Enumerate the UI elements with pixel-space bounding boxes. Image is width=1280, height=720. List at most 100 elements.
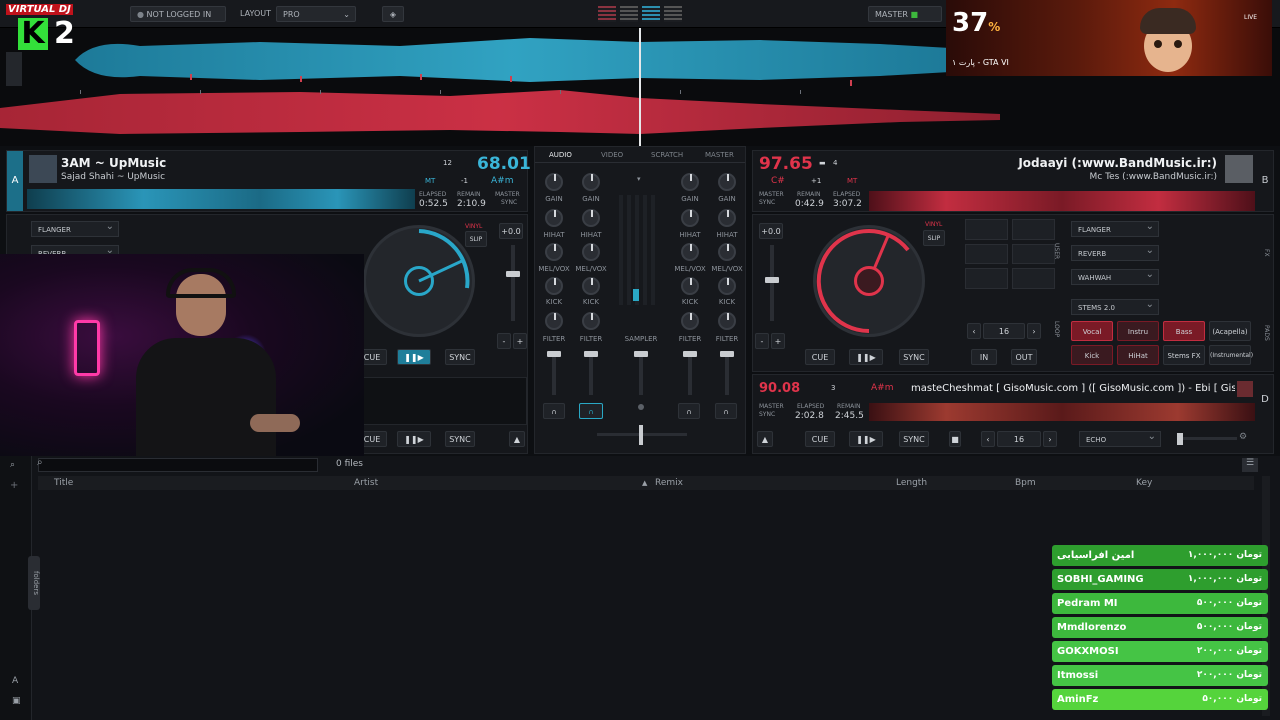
pad[interactable] — [1012, 268, 1055, 289]
pitch-plus[interactable]: + — [771, 333, 785, 349]
volume-fader-c[interactable] — [589, 351, 593, 395]
headphone-icon[interactable]: ∩ — [715, 403, 737, 419]
melvox-knob-a[interactable] — [545, 243, 563, 261]
kick-knob-d[interactable] — [681, 277, 699, 295]
search-input[interactable]: ⌕ — [37, 457, 318, 472]
loop-prev[interactable]: ‹ — [967, 323, 981, 339]
slip-button[interactable]: SLIP — [923, 230, 945, 246]
pitch-adjust[interactable]: +1 — [811, 177, 821, 185]
list-view-icon[interactable]: ☰ — [1242, 458, 1258, 472]
pitch-slider[interactable] — [511, 245, 515, 321]
cue-button[interactable]: CUE — [805, 431, 835, 447]
gain-knob-c[interactable] — [582, 173, 600, 191]
chevron-down-icon[interactable]: ▾ — [637, 175, 641, 183]
gain-knob-a[interactable] — [545, 173, 563, 191]
column-artist[interactable]: Artist — [354, 476, 378, 490]
cube-icon[interactable]: ◈ — [382, 6, 404, 22]
sync-button[interactable]: SYNC — [445, 349, 475, 365]
pitch-minus[interactable]: - — [497, 333, 511, 349]
deck-layout-switcher[interactable] — [598, 6, 684, 22]
kick-knob-b[interactable] — [718, 277, 736, 295]
fader-handle-d[interactable] — [683, 351, 697, 357]
pitch-value[interactable]: +0.0 — [499, 223, 523, 239]
fx-slider-handle[interactable] — [1177, 433, 1183, 445]
headphone-icon[interactable]: ∩ — [543, 403, 565, 419]
deck-d-letter[interactable]: D — [1257, 375, 1273, 425]
deck-c-sync-button[interactable]: SYNC — [445, 431, 475, 447]
sync-button[interactable]: SYNC — [899, 349, 929, 365]
loop-next[interactable]: › — [1027, 323, 1041, 339]
kick-knob-a[interactable] — [545, 277, 563, 295]
melvox-knob-d[interactable] — [681, 243, 699, 261]
cue-button[interactable]: CUE — [805, 349, 835, 365]
stem-pad-kick[interactable]: Kick — [1071, 345, 1113, 365]
column-key[interactable]: Key — [1136, 476, 1152, 490]
column-bpm[interactable]: Bpm — [1015, 476, 1036, 490]
fx-slot-3[interactable]: WAHWAH — [1071, 267, 1159, 285]
deck-c-eject-icon[interactable]: ▲ — [509, 431, 525, 447]
fx-slot-1[interactable]: FLANGER — [31, 219, 119, 237]
gain-knob-b[interactable] — [718, 173, 736, 191]
deck-b-waveform[interactable] — [869, 191, 1255, 211]
fader-handle-b[interactable] — [720, 351, 734, 357]
deck-c-play-button[interactable]: ❚❚▶ — [397, 431, 431, 447]
layout-select[interactable]: PRO ⌄ — [276, 6, 356, 22]
column-remix[interactable]: Remix — [655, 476, 683, 490]
column-title[interactable]: Title — [54, 476, 73, 490]
headphone-icon[interactable]: ∩ — [579, 403, 603, 419]
tab-master[interactable]: MASTER — [705, 151, 734, 159]
filter-knob-b[interactable] — [718, 312, 736, 330]
stem-pad-instru[interactable]: Instru — [1117, 321, 1159, 341]
sampler-fader[interactable] — [639, 351, 643, 395]
vinyl-button[interactable]: VINYL — [925, 221, 942, 228]
play-pause-button[interactable]: ❚❚▶ — [849, 349, 883, 365]
jog-wheel[interactable] — [363, 225, 475, 337]
deck-a-letter[interactable]: A — [7, 151, 23, 211]
stem-pad-stemsfx[interactable]: Stems FX — [1163, 345, 1205, 365]
loop-next[interactable]: › — [1043, 431, 1057, 447]
mt-toggle[interactable]: MT — [425, 177, 435, 185]
sync-button[interactable]: SYNC — [899, 431, 929, 447]
loop-length[interactable]: 16 — [983, 323, 1025, 339]
folders-tab[interactable]: folders — [28, 556, 40, 610]
pitch-value[interactable]: +0.0 — [759, 223, 783, 239]
fader-handle-c[interactable] — [584, 351, 598, 357]
pad[interactable] — [965, 219, 1008, 240]
hihat-knob-b[interactable] — [718, 209, 736, 227]
pitch-handle[interactable] — [765, 277, 779, 283]
loop-out-button[interactable]: OUT — [1011, 349, 1037, 365]
filter-knob-a[interactable] — [545, 312, 563, 330]
stop-icon[interactable]: ■ — [949, 431, 961, 447]
melvox-knob-c[interactable] — [582, 243, 600, 261]
pitch-adjust[interactable]: -1 — [461, 177, 468, 185]
pitch-handle[interactable] — [506, 271, 520, 277]
pitch-plus[interactable]: + — [513, 333, 527, 349]
sampler-knob[interactable] — [638, 404, 644, 410]
stem-pad-hihat[interactable]: HiHat — [1117, 345, 1159, 365]
fx-slot-2[interactable]: REVERB — [1071, 243, 1159, 261]
tab-video[interactable]: VIDEO — [601, 151, 623, 159]
window-icon[interactable]: ▣ — [12, 696, 21, 706]
fx-slot-1[interactable]: FLANGER — [1071, 219, 1159, 237]
jog-wheel[interactable] — [813, 225, 925, 337]
pad[interactable] — [965, 243, 1008, 265]
hihat-knob-a[interactable] — [545, 209, 563, 227]
stems-select[interactable]: STEMS 2.0 — [1071, 297, 1159, 315]
gear-icon[interactable]: ⚙ — [1239, 432, 1247, 442]
pad[interactable] — [965, 268, 1008, 289]
kick-knob-c[interactable] — [582, 277, 600, 295]
deck-c-waveform[interactable] — [361, 377, 527, 425]
pad[interactable] — [1012, 243, 1055, 265]
mt-toggle[interactable]: MT — [847, 177, 857, 185]
filter-knob-c[interactable] — [582, 312, 600, 330]
volume-fader-d[interactable] — [688, 351, 692, 395]
pitch-minus[interactable]: - — [755, 333, 769, 349]
hihat-knob-d[interactable] — [681, 209, 699, 227]
add-icon[interactable]: + — [10, 480, 18, 491]
loop-in-button[interactable]: IN — [971, 349, 997, 365]
tab-scratch[interactable]: SCRATCH — [651, 151, 683, 159]
master-button[interactable]: MASTER ■ — [868, 6, 942, 22]
column-length[interactable]: Length — [896, 476, 927, 490]
loop-prev[interactable]: ‹ — [981, 431, 995, 447]
crossfader-handle[interactable] — [639, 425, 643, 445]
